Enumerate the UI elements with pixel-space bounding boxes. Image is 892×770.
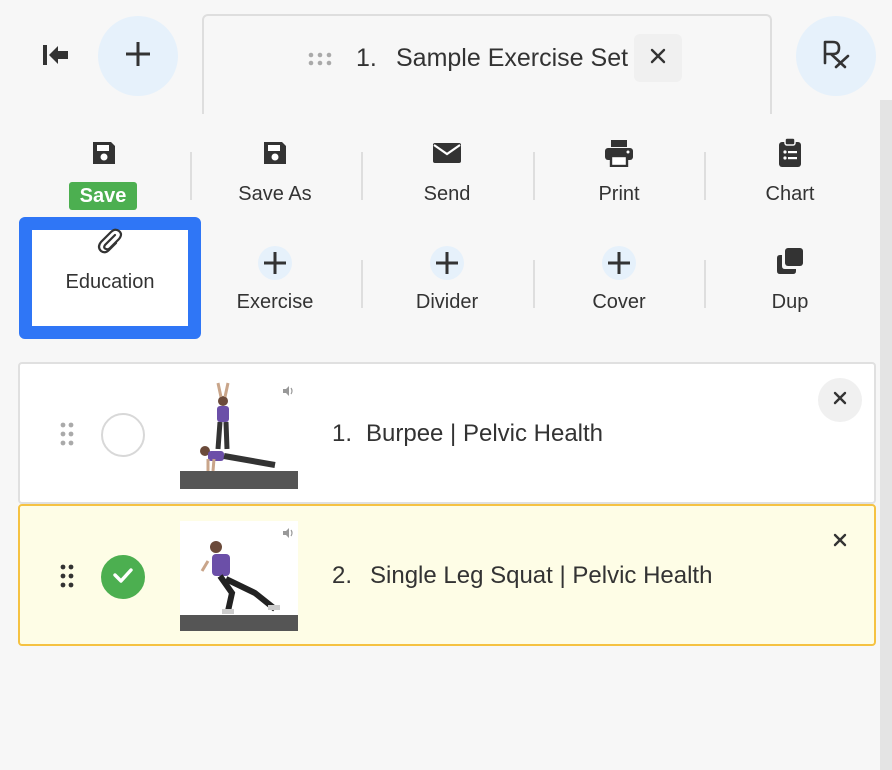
toolbar-row-2: Education Exercise Divider Cover Dup	[18, 217, 876, 344]
chart-button[interactable]: Chart	[704, 128, 876, 236]
prescription-icon	[821, 39, 851, 74]
close-icon	[833, 533, 847, 552]
exercise-title[interactable]: Single Leg Squat | Pelvic Health	[370, 562, 712, 590]
speaker-icon[interactable]	[282, 383, 294, 401]
exercise-title[interactable]: Burpee | Pelvic Health	[366, 420, 603, 448]
exercise-number: 2.	[332, 562, 353, 589]
education-button[interactable]: Education	[19, 217, 201, 339]
collapse-left-icon	[43, 44, 69, 71]
close-icon	[833, 391, 847, 410]
add-divider-button[interactable]: Divider	[361, 236, 533, 344]
chart-label: Chart	[765, 183, 815, 205]
send-label: Send	[423, 183, 471, 205]
prescription-button[interactable]	[796, 16, 876, 96]
toolbar: Save Save As Send Print Chart Education …	[18, 128, 876, 344]
speaker-icon[interactable]	[282, 525, 294, 543]
collapse-panel-button[interactable]	[36, 40, 76, 74]
exercise-list: 1. Burpee | Pelvic Health 2. Single Leg …	[18, 362, 876, 646]
exercise-number: 1.	[332, 420, 353, 447]
add-set-button[interactable]	[98, 16, 178, 96]
education-label: Education	[65, 271, 155, 293]
drag-handle-icon[interactable]	[308, 52, 332, 71]
remove-exercise-button[interactable]	[818, 520, 862, 564]
exercise-checkbox[interactable]	[101, 555, 145, 599]
printer-icon	[604, 139, 634, 172]
exercise-row[interactable]: 2. Single Leg Squat | Pelvic Health	[18, 504, 876, 646]
drag-handle-icon[interactable]	[60, 564, 74, 593]
dup-label: Dup	[771, 291, 809, 313]
close-tab-button[interactable]	[634, 34, 682, 82]
plus-icon	[602, 246, 636, 280]
add-cover-button[interactable]: Cover	[533, 236, 705, 344]
exercise-row[interactable]: 1. Burpee | Pelvic Health	[18, 362, 876, 504]
plus-icon	[258, 246, 292, 280]
tab-title: Sample Exercise Set	[396, 44, 629, 72]
exercise-set-tab[interactable]: 1. Sample Exercise Set	[202, 14, 772, 114]
close-icon	[650, 48, 666, 69]
duplicate-icon	[776, 247, 804, 280]
checkmark-icon	[113, 567, 133, 588]
exercise-label: Exercise	[236, 291, 314, 313]
envelope-icon	[432, 141, 462, 170]
exercise-thumbnail[interactable]	[180, 379, 298, 489]
duplicate-button[interactable]: Dup	[704, 236, 876, 344]
clipboard-icon	[778, 136, 802, 173]
divider-label: Divider	[415, 291, 479, 313]
cover-label: Cover	[592, 291, 646, 313]
save-icon	[91, 140, 117, 171]
print-button[interactable]: Print	[533, 128, 705, 236]
save-label: Save	[69, 182, 137, 210]
remove-exercise-button[interactable]	[818, 378, 862, 422]
save-as-label: Save As	[238, 183, 312, 205]
print-label: Print	[598, 183, 640, 205]
top-bar: 1. Sample Exercise Set	[0, 0, 892, 114]
plus-icon	[430, 246, 464, 280]
scrollbar[interactable]	[880, 100, 892, 770]
exercise-checkbox[interactable]	[101, 413, 145, 457]
save-icon	[262, 140, 288, 171]
plus-icon	[125, 41, 151, 72]
paperclip-icon	[96, 227, 124, 260]
save-as-button[interactable]: Save As	[189, 128, 361, 236]
drag-handle-icon[interactable]	[60, 422, 74, 451]
add-exercise-button[interactable]: Exercise	[189, 236, 361, 344]
exercise-thumbnail[interactable]	[180, 521, 298, 631]
tab-number: 1.	[356, 44, 377, 72]
send-button[interactable]: Send	[361, 128, 533, 236]
